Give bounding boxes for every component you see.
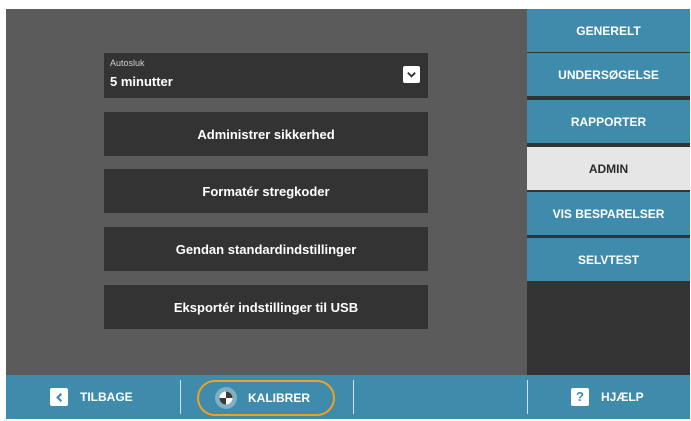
formater-stregkoder-button[interactable]: Formatér stregkoder — [104, 169, 428, 213]
chevron-down-icon[interactable] — [403, 66, 420, 83]
back-button[interactable]: TILBAGE — [50, 384, 133, 410]
tab-generelt[interactable]: GENERELT — [527, 9, 690, 52]
tab-vis-besparelser[interactable]: VIS BESPARELSER — [527, 192, 690, 235]
administrer-sikkerhed-button[interactable]: Administrer sikkerhed — [104, 112, 428, 156]
autosluk-label: Autosluk — [110, 58, 145, 68]
settings-panel: Autosluk 5 minutter Administrer sikkerhe… — [6, 9, 527, 375]
chevron-left-icon — [50, 388, 68, 406]
footer-bar: TILBAGE KALIBRER ? HJÆLP — [6, 375, 690, 419]
autosluk-select[interactable]: Autosluk 5 minutter — [104, 53, 428, 98]
sidebar: GENERELT UNDERSØGELSE RAPPORTER ADMIN VI… — [527, 9, 690, 375]
help-label: HJÆLP — [601, 390, 644, 404]
autosluk-value: 5 minutter — [110, 74, 173, 89]
calibrate-icon — [215, 387, 237, 409]
tab-admin[interactable]: ADMIN — [527, 147, 690, 190]
eksporter-indstillinger-button[interactable]: Eksportér indstillinger til USB — [104, 285, 428, 329]
calibrate-button[interactable]: KALIBRER — [197, 380, 335, 416]
help-button[interactable]: ? HJÆLP — [571, 384, 644, 410]
footer-divider — [527, 380, 528, 414]
calibrate-label: KALIBRER — [248, 391, 310, 405]
footer-divider — [180, 380, 181, 414]
back-label: TILBAGE — [80, 390, 133, 404]
footer-divider — [353, 380, 354, 414]
tab-rapporter[interactable]: RAPPORTER — [527, 100, 690, 143]
gendan-standardindstillinger-button[interactable]: Gendan standardindstillinger — [104, 227, 428, 271]
help-icon: ? — [571, 388, 589, 406]
tab-selvtest[interactable]: SELVTEST — [527, 238, 690, 281]
device-screen: Autosluk 5 minutter Administrer sikkerhe… — [6, 9, 690, 419]
tab-undersogelse[interactable]: UNDERSØGELSE — [527, 53, 690, 96]
